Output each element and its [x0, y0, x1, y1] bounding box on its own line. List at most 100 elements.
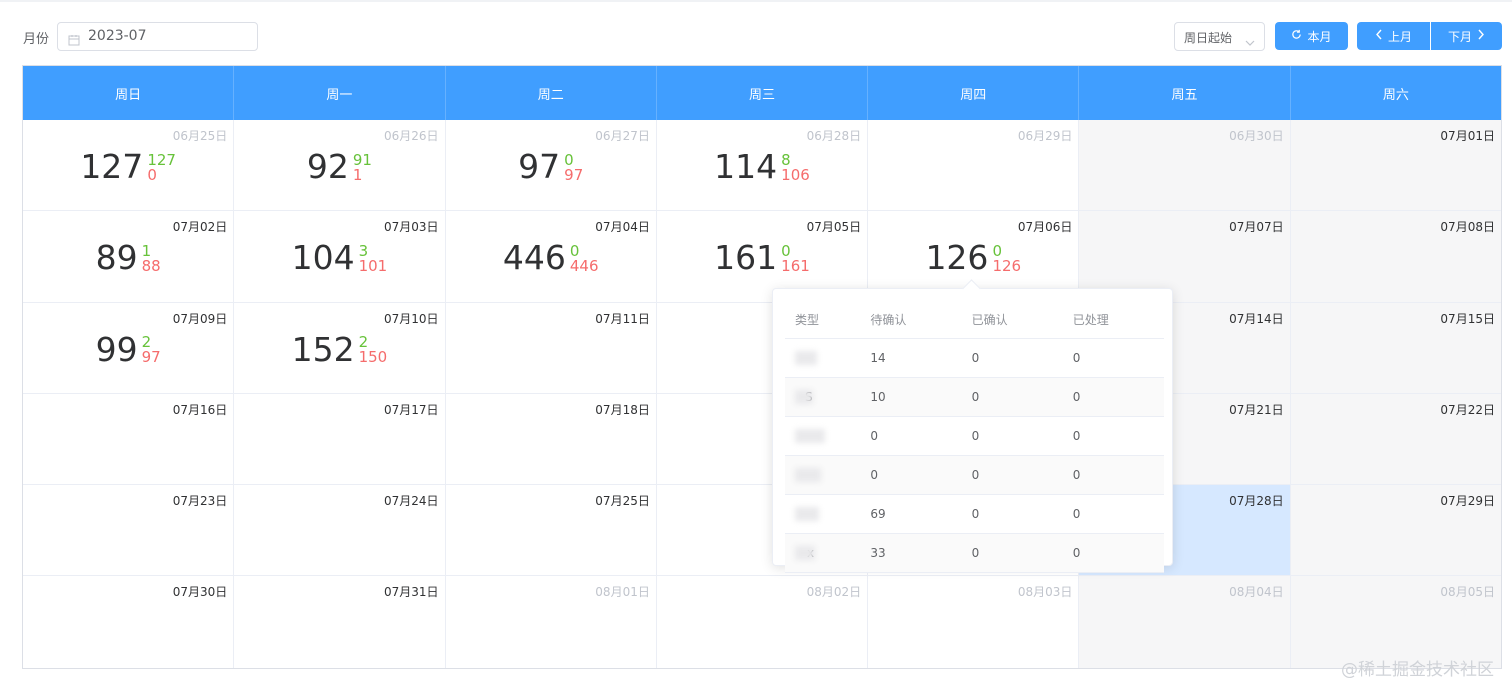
this-month-button[interactable]: 本月: [1275, 22, 1348, 50]
day-date: 07月05日: [806, 220, 862, 235]
day-cell[interactable]: 07月04日 446 0 446: [445, 211, 657, 303]
day-date: 07月22日: [1440, 402, 1495, 417]
day-cell[interactable]: 07月08日: [1290, 211, 1501, 303]
day-cell[interactable]: 07月25日: [445, 485, 657, 577]
pending-count: 161: [781, 256, 810, 275]
day-cell[interactable]: 07月10日 152 2 150: [234, 302, 446, 394]
day-total: 99: [95, 329, 138, 369]
redacted-type-blur: [795, 390, 813, 405]
day-cell[interactable]: 07月29日: [1290, 485, 1501, 577]
day-cell[interactable]: 06月28日 114 8 106: [656, 120, 869, 212]
weekday-cell: 周五: [1079, 66, 1291, 120]
day-breakdown: 0 97: [564, 152, 584, 184]
day-breakdown: 1 88: [142, 243, 161, 274]
prev-month-button[interactable]: 上月: [1357, 22, 1430, 50]
pending-count: 1: [352, 165, 363, 184]
day-date: 07月30日: [172, 585, 228, 600]
detail-header-cell: 类型: [785, 301, 861, 339]
week-row: 07月02日 89 1 88 07月03日 104 3 101 07月04日 446 0 446 07月…: [23, 211, 1501, 303]
day-total: 127: [80, 147, 144, 186]
day-date: 07月10日: [384, 311, 439, 326]
day-cell[interactable]: 07月30日: [23, 576, 235, 668]
day-cell[interactable]: 07月15日: [1290, 302, 1501, 394]
detail-type-cell: S: [785, 377, 861, 417]
day-date: 07月08日: [1440, 220, 1495, 235]
detail-header-cell: 已确认: [961, 301, 1063, 339]
day-cell[interactable]: 07月03日 104 3 101: [234, 211, 446, 303]
next-month-button[interactable]: 下月: [1431, 22, 1502, 50]
detail-header-cell: 待确认: [860, 301, 962, 339]
detail-row: 000: [785, 455, 1164, 495]
detail-pending-cell: 33: [860, 533, 962, 573]
day-date: 08月03日: [1017, 585, 1073, 600]
day-date: 06月29日: [1017, 129, 1073, 143]
day-cell[interactable]: 07月02日 89 1 88: [23, 211, 235, 303]
day-cell[interactable]: 06月29日: [868, 120, 1080, 212]
day-total: 152: [291, 329, 355, 369]
day-stats[interactable]: 126 0 126: [868, 241, 1078, 274]
day-cell[interactable]: 08月01日: [445, 576, 657, 668]
day-cell[interactable]: 07月17日: [234, 393, 446, 486]
month-picker-input[interactable]: 2023-07: [57, 22, 258, 51]
day-stats[interactable]: 104 3 101: [234, 241, 444, 274]
day-total: 97: [518, 147, 561, 186]
detail-type-cell: [785, 338, 861, 378]
day-cell[interactable]: 07月16日: [23, 393, 235, 486]
detail-processed-cell: 0: [1062, 494, 1164, 534]
day-cell[interactable]: 08月04日: [1079, 576, 1291, 668]
pending-count: 126: [992, 256, 1022, 275]
pending-count: 106: [781, 165, 810, 184]
next-month-label: 下月: [1447, 29, 1472, 44]
detail-header-cell: 已处理: [1062, 301, 1164, 339]
pending-count: 97: [141, 348, 161, 367]
day-total: 446: [502, 238, 566, 278]
day-date: 06月25日: [172, 129, 228, 143]
day-cell[interactable]: 07月31日: [234, 576, 446, 668]
day-cell[interactable]: 06月27日 97 0 97: [445, 120, 657, 212]
calendar-icon: [68, 31, 80, 50]
week-row: 06月25日 127 127 0 06月26日 92 91 1 06月27日 97 0 97 06月28…: [23, 120, 1501, 212]
day-date: 07月17日: [384, 402, 439, 417]
week-row: 07月23日07月24日07月25日07月26日07月27日07月28日07月2…: [23, 485, 1501, 577]
day-cell[interactable]: 07月22日: [1290, 393, 1501, 486]
day-cell[interactable]: 07月23日: [23, 485, 235, 577]
day-cell[interactable]: 08月03日: [868, 576, 1080, 668]
day-stats[interactable]: 89 1 88: [23, 241, 233, 274]
day-cell[interactable]: 07月09日 99 2 97: [23, 302, 235, 394]
weekday-cell: 周一: [234, 66, 446, 120]
day-cell[interactable]: 07月01日: [1290, 120, 1501, 212]
detail-row: 69 0 0: [785, 494, 1164, 534]
day-breakdown: 2 150: [359, 335, 388, 365]
day-stats[interactable]: 152 2 150: [234, 333, 444, 366]
day-cell[interactable]: 06月25日 127 127 0: [23, 120, 235, 212]
week-start-select[interactable]: 周日起始: [1174, 22, 1265, 51]
day-date: 07月02日: [172, 220, 228, 235]
detail-pending-cell: 10: [860, 377, 962, 417]
day-date: 06月28日: [806, 129, 862, 143]
day-cell[interactable]: 06月26日 92 91 1: [234, 120, 446, 212]
day-date: 07月31日: [384, 585, 439, 600]
pending-count: 97: [564, 165, 584, 184]
day-cell[interactable]: 07月11日: [445, 302, 657, 394]
day-stats[interactable]: 127 127 0: [23, 150, 233, 183]
detail-processed-cell: 0: [1062, 416, 1164, 456]
day-stats[interactable]: 99 2 97: [23, 333, 233, 366]
detail-pending-cell: 14: [860, 338, 962, 378]
month-label: 月份: [23, 32, 50, 47]
day-cell[interactable]: 07月24日: [234, 485, 446, 577]
day-breakdown: 0 161: [781, 243, 810, 275]
day-cell[interactable]: 07月18日: [445, 393, 657, 486]
week-start-value: 周日起始: [1184, 31, 1233, 45]
day-stats[interactable]: 114 8 106: [657, 150, 867, 183]
day-cell[interactable]: 08月02日: [656, 576, 869, 668]
day-stats[interactable]: 161 0 161: [657, 241, 867, 274]
chevron-left-icon: [1375, 29, 1383, 43]
day-stats[interactable]: 92 91 1: [234, 150, 444, 183]
day-date: 07月28日: [1229, 494, 1284, 509]
day-date: 07月23日: [172, 494, 228, 509]
day-stats[interactable]: 97 0 97: [446, 150, 656, 183]
day-stats[interactable]: 446 0 446: [446, 241, 656, 274]
day-cell[interactable]: 06月30日: [1079, 120, 1291, 212]
week-row: 07月16日07月17日07月18日07月19日07月20日07月21日07月2…: [23, 393, 1501, 486]
day-total: 92: [306, 147, 349, 186]
